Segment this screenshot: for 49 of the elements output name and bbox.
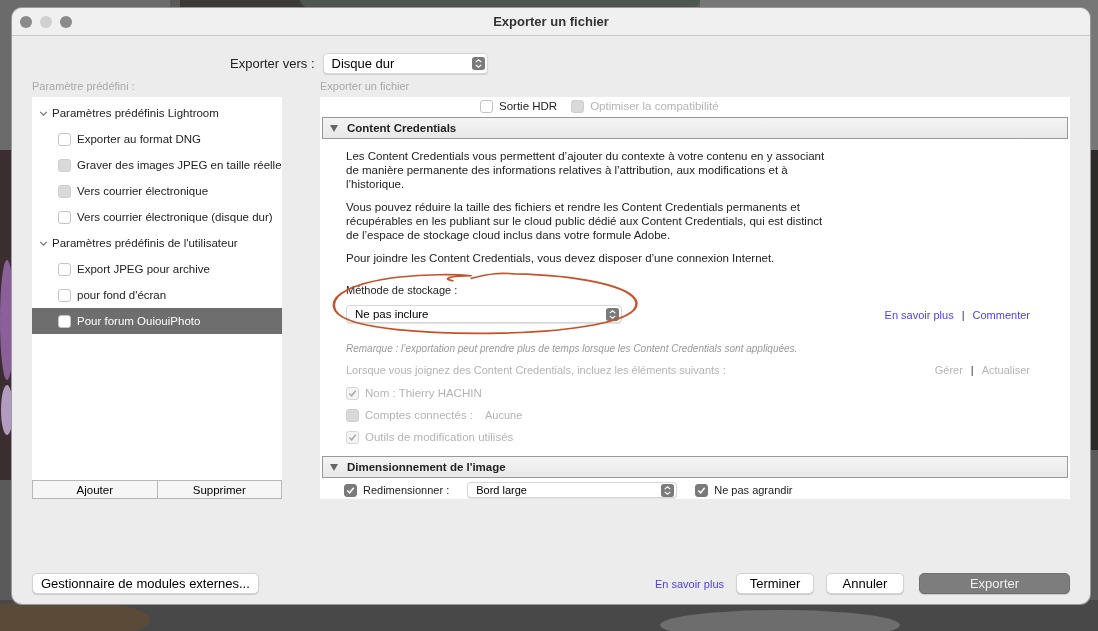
section-header[interactable]: Dimensionnement de l'image	[322, 456, 1068, 478]
preset-item[interactable]: pour fond d'écran	[32, 282, 282, 308]
separator-text: |	[961, 309, 965, 321]
checkbox[interactable]	[58, 288, 71, 302]
learn-more-link[interactable]: En savoir plus	[654, 577, 724, 590]
disclosure-triangle-icon	[329, 123, 339, 133]
checkbox[interactable]	[58, 262, 71, 276]
minimize-icon[interactable]	[40, 15, 52, 28]
plugin-manager-button[interactable]: Gestionnaire de modules externes...	[32, 573, 259, 594]
option-checkbox[interactable]: Sortie HDR	[480, 99, 558, 113]
preset-item[interactable]: Vers courrier électronique (disque dur)	[32, 204, 282, 230]
export-to-label: Exporter vers :	[230, 56, 315, 71]
link[interactable]: Commenter	[972, 309, 1030, 321]
dialog-button[interactable]: Terminer	[736, 573, 814, 594]
window-title: Exporter un fichier	[493, 14, 609, 29]
disclosure-triangle-icon	[329, 462, 339, 472]
preset-group[interactable]: Paramètres prédéfinis de l'utilisateur	[32, 230, 282, 256]
note-text: Remarque : l’exportation peut prendre plus de temps lorsque les Content Credentials sont appliquées.	[346, 343, 799, 354]
accounts-value: Aucune	[485, 409, 523, 421]
description-text: Pour joindre les Content Credentials, vous devez disposer d’une connexion Internet.	[346, 251, 776, 265]
preset-action-button[interactable]: Ajouter	[32, 480, 158, 499]
zoom-icon[interactable]	[60, 15, 72, 28]
dont-enlarge-checkbox[interactable]: Ne pas agrandir	[695, 483, 793, 497]
stepper-icon	[471, 57, 485, 70]
storage-method-label: Méthode de stockage :	[346, 284, 459, 296]
preset-item[interactable]: Exporter au format DNG	[32, 126, 282, 152]
storage-method-dropdown[interactable]: Ne pas inclure	[346, 305, 622, 323]
preset-item[interactable]: Export JPEG pour archive	[32, 256, 282, 282]
preset-label: Paramètre prédéfini :	[32, 80, 136, 92]
description-text: Vous pouvez réduire la taille des fichiers et rendre les Content Credentials permanents et récupérables en les publiant sur le cloud public dédié aux Content Credentials, qui est distinct de l’espace de stockage cloud inclus dans votre formule Adobe.	[346, 200, 824, 242]
section-header[interactable]: Content Credentials	[322, 117, 1068, 139]
resize-dropdown[interactable]: Bord large	[467, 482, 678, 498]
preset-item[interactable]: Pour forum OuiouiPhoto	[32, 308, 282, 334]
settings-label: Exporter un fichier	[320, 80, 411, 92]
resize-checkbox[interactable]: Redimensionner :	[344, 483, 450, 497]
include-label: Lorsque vous joignez des Content Credentials, incluez les éléments suivants :	[346, 364, 726, 376]
stepper-icon	[606, 307, 619, 321]
description-text: Les Content Credentials vous permettent d’ajouter du contexte à votre contenu en y associant de manière permanente des informations relatives à l’attribution, aux modifications et à l’historique.	[346, 149, 826, 191]
separator-text: |	[970, 364, 974, 376]
dialog-button[interactable]: Exporter	[919, 573, 1070, 594]
preset-group[interactable]: Paramètres prédéfinis Lightroom	[32, 100, 282, 126]
export-to-dropdown[interactable]: Disque dur	[322, 53, 488, 74]
checkbox[interactable]	[58, 132, 71, 146]
dialog-button[interactable]: Annuler	[826, 573, 904, 594]
link[interactable]: En savoir plus	[884, 309, 954, 321]
close-icon[interactable]	[20, 15, 32, 28]
checkbox[interactable]	[58, 314, 71, 328]
preset-action-button[interactable]: Supprimer	[157, 480, 282, 499]
checkbox[interactable]	[58, 210, 71, 224]
